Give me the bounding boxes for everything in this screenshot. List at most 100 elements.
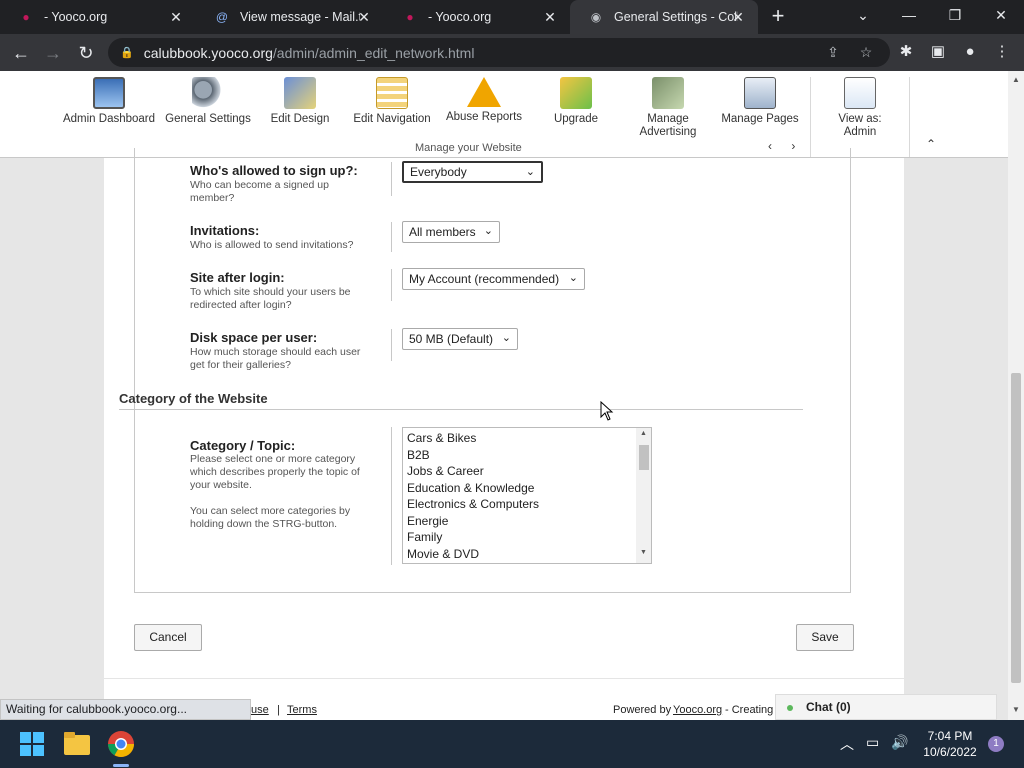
system-clock[interactable]: 7:04 PM 10/6/2022: [920, 728, 980, 760]
forward-icon[interactable]: →: [40, 40, 66, 66]
windows-start-icon[interactable]: [20, 732, 48, 760]
edit-design-button[interactable]: Edit Design: [262, 77, 338, 126]
list-item[interactable]: Electronics & Computers: [403, 496, 651, 513]
list-item[interactable]: Energie: [403, 513, 651, 530]
divider: [909, 77, 910, 157]
new-tab-icon[interactable]: +: [766, 5, 790, 29]
list-item[interactable]: Family: [403, 529, 651, 546]
list-item[interactable]: Jobs & Career: [403, 463, 651, 480]
menu-icon[interactable]: ⋮: [991, 41, 1013, 63]
admin-dashboard-button[interactable]: Admin Dashboard: [62, 77, 156, 126]
select-value: My Account (recommended): [409, 272, 560, 286]
tray-chevron-icon[interactable]: ︿: [840, 734, 854, 754]
close-tab-icon[interactable]: ✕: [356, 9, 372, 25]
tab-title: - Yooco.org: [44, 10, 108, 24]
browser-toolbar: ← → ↻ 🔒 calubbook.yooco.org/admin/admin_…: [0, 34, 1024, 71]
abuse-reports-button[interactable]: Abuse Reports: [444, 77, 524, 124]
monitor-icon: [93, 77, 125, 109]
item-label: Abuse Reports: [445, 111, 523, 123]
disk-space-help: How much storage should each user get fo…: [190, 346, 361, 371]
side-panel-icon[interactable]: ▣: [927, 41, 949, 63]
restore-icon[interactable]: ❐: [932, 0, 978, 34]
chat-label: Chat (0): [806, 700, 851, 714]
network-icon[interactable]: ▭: [866, 734, 879, 751]
section-divider: [119, 409, 803, 410]
tab-search-icon[interactable]: ⌄: [840, 0, 886, 34]
collapse-toolbar-icon[interactable]: ⌃: [926, 137, 936, 151]
browser-tab[interactable]: @ View message - Mail.tn ✕: [196, 0, 384, 34]
browser-tab[interactable]: ● - Yooco.org ✕: [384, 0, 570, 34]
footer-separator: |: [277, 704, 280, 716]
general-settings-button[interactable]: General Settings: [164, 77, 252, 126]
close-window-icon[interactable]: ✕: [978, 0, 1024, 34]
scroll-down-icon[interactable]: ▼: [1008, 705, 1024, 714]
invitations-select[interactable]: All members ⌄: [402, 221, 500, 243]
browser-tab-strip: ● - Yooco.org ✕ @ View message - Mail.tn…: [0, 0, 1024, 34]
category-help: Please select one or more category which…: [190, 453, 360, 491]
share-icon[interactable]: ⇪: [823, 42, 843, 62]
list-item[interactable]: B2B: [403, 447, 651, 464]
invitations-help: Who is allowed to send invitations?: [190, 239, 354, 251]
back-icon[interactable]: ←: [8, 40, 34, 66]
item-label: View as: Admin: [838, 113, 882, 138]
file-explorer-icon[interactable]: [64, 732, 92, 760]
list-item[interactable]: Education & Knowledge: [403, 480, 651, 497]
profile-icon[interactable]: ●: [959, 41, 981, 63]
reload-icon[interactable]: ↻: [73, 40, 99, 66]
page-scrollbar[interactable]: ▲ ▼: [1008, 71, 1024, 720]
close-tab-icon[interactable]: ✕: [168, 9, 184, 25]
footer-link-terms[interactable]: Terms: [287, 704, 317, 716]
manage-pages-button[interactable]: Manage Pages: [720, 77, 800, 126]
notification-badge[interactable]: 1: [988, 736, 1004, 752]
upgrade-button[interactable]: Upgrade: [546, 77, 606, 126]
minimize-icon[interactable]: —: [886, 0, 932, 34]
close-tab-icon[interactable]: ✕: [542, 9, 558, 25]
afterlogin-select[interactable]: My Account (recommended) ⌄: [402, 268, 585, 290]
yooco-favicon-icon: ●: [406, 10, 414, 24]
list-item[interactable]: Movie & DVD: [403, 546, 651, 563]
scroll-down-icon[interactable]: ▼: [636, 549, 651, 556]
footer-creating-text: - Creating: [725, 704, 774, 716]
browser-tab[interactable]: ● - Yooco.org ✕: [0, 0, 196, 34]
category-listbox[interactable]: Cars & Bikes B2B Jobs & Career Education…: [402, 427, 652, 564]
save-button[interactable]: Save: [796, 624, 854, 651]
afterlogin-help: To which site should your users be redir…: [190, 286, 351, 311]
footer-link-use[interactable]: use: [251, 704, 269, 716]
globe-favicon-icon: ◉: [590, 10, 602, 24]
scrollbar-thumb[interactable]: [639, 445, 649, 470]
close-tab-icon[interactable]: ✕: [730, 9, 746, 25]
divider: [391, 427, 392, 565]
item-label: Upgrade: [553, 113, 599, 125]
signup-help: Who can become a signed up member?: [190, 179, 329, 204]
volume-icon[interactable]: 🔊: [891, 734, 908, 751]
browser-tab-active[interactable]: ◉ General Settings - Colla ✕: [570, 0, 758, 34]
footer-yooco-link[interactable]: Yooco.org: [673, 704, 722, 716]
bookmark-star-icon[interactable]: ☆: [856, 42, 876, 62]
extensions-icon[interactable]: ✱: [895, 41, 917, 63]
signup-label: Who's allowed to sign up?:: [190, 163, 358, 178]
list-item[interactable]: Cars & Bikes: [403, 430, 651, 447]
scrollbar-thumb[interactable]: [1011, 373, 1021, 683]
footer-powered-text: Powered by: [613, 704, 672, 716]
signup-select[interactable]: Everybody ⌄: [402, 161, 543, 183]
url-host: calubbook.yooco.org: [143, 44, 273, 61]
warning-icon: [467, 77, 501, 107]
chrome-icon[interactable]: [107, 730, 135, 758]
invitations-label: Invitations:: [190, 223, 260, 238]
upgrade-icon: [560, 77, 592, 109]
cancel-button[interactable]: Cancel: [134, 624, 202, 651]
manage-advertising-button[interactable]: Manage Advertising: [630, 77, 706, 139]
edit-navigation-button[interactable]: Edit Navigation: [350, 77, 434, 126]
view-as-admin-button[interactable]: View as: Admin: [822, 77, 898, 139]
item-label: Manage Advertising: [639, 113, 697, 138]
chevron-down-icon: ⌄: [568, 272, 578, 284]
tab-title: General Settings - Colla: [614, 10, 738, 24]
disk-space-select[interactable]: 50 MB (Default) ⌄: [402, 328, 518, 350]
scroll-up-icon[interactable]: ▲: [636, 430, 651, 437]
chat-widget[interactable]: Chat (0): [775, 694, 997, 720]
admin-toolbar: Admin Dashboard General Settings Edit De…: [0, 71, 1008, 158]
item-label: Admin Dashboard: [62, 113, 156, 125]
scroll-up-icon[interactable]: ▲: [1008, 75, 1024, 84]
address-bar[interactable]: 🔒 calubbook.yooco.org/admin/admin_edit_n…: [108, 38, 890, 67]
listbox-scrollbar[interactable]: ▲ ▼: [636, 428, 651, 563]
